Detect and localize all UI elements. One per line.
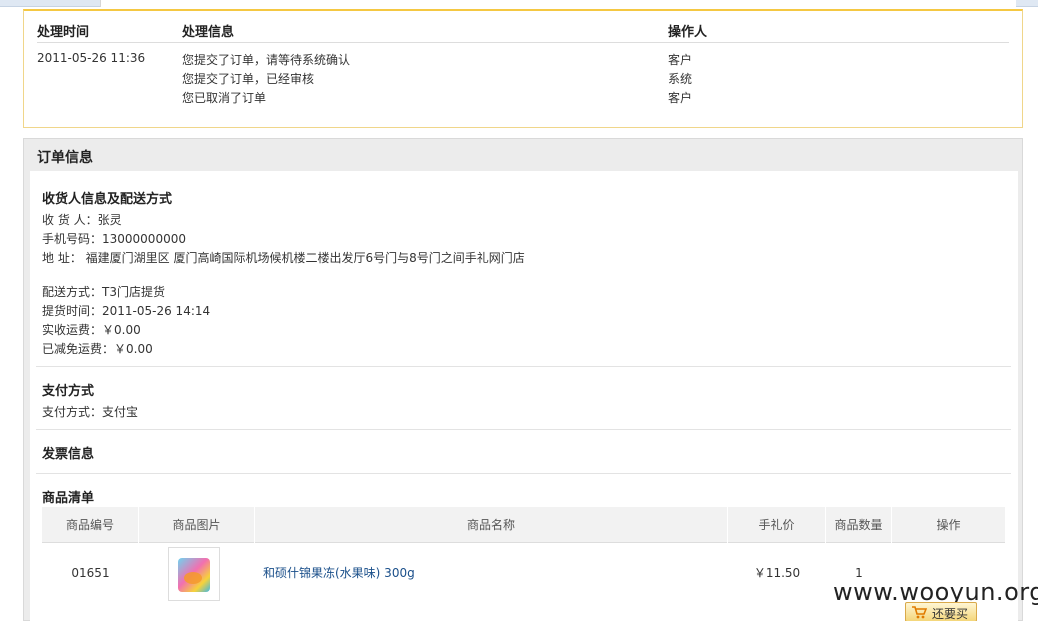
log-info-3: 您已取消了订单 [182,91,267,105]
invoice-section-title: 发票信息 [42,447,95,462]
divider [36,473,1011,474]
col-price: 手礼价 [728,507,826,543]
divider [36,429,1011,430]
goods-section-title: 商品清单 [42,491,95,506]
header-info: 处理信息 [182,25,235,40]
payment-section-title: 支付方式 [42,384,95,399]
shipping-fee: 实收运费：￥0.00 [42,323,141,337]
pickup-time: 提货时间：2011-05-26 14:14 [42,304,211,318]
consignee-section-title: 收货人信息及配送方式 [42,192,173,207]
delivery-method: 配送方式：T3门店提货 [42,285,165,299]
log-info-2: 您提交了订单，已经审核 [182,72,315,86]
buy-again-button[interactable]: 还要买 [905,602,977,621]
divider [36,366,1011,367]
consignee-name: 收 货 人：张灵 [42,213,122,227]
discount-fee: 已减免运费：￥0.00 [42,342,153,356]
goods-price: ￥11.50 [753,566,801,580]
browser-top-strip [0,0,1038,7]
order-info-title: 订单信息 [37,150,93,166]
goods-image[interactable] [168,547,220,601]
col-name: 商品名称 [255,507,728,543]
goods-table-header: 商品编号 商品图片 商品名称 手礼价 商品数量 操作 [42,507,1005,543]
order-log-panel: 处理时间 处理信息 操作人 2011-05-26 11:36 您提交了订单，请等… [23,9,1023,128]
header-operator: 操作人 [668,25,708,40]
goods-name-cell: 和硕什锦果冻(水果味) 300g [263,543,728,603]
cart-icon [912,606,927,619]
consignee-address: 地 址： 福建厦门湖里区 厦门高崎国际机场候机楼二楼出发厅6号门与8号门之间手礼… [42,251,525,265]
order-log-header: 处理时间 处理信息 操作人 [37,21,1009,43]
order-info-body: 收货人信息及配送方式 收 货 人：张灵 手机号码：13000000000 地 址… [30,171,1018,621]
goods-name-link[interactable]: 和硕什锦果冻(水果味) 300g [263,566,415,580]
jelly-product-image [178,558,210,592]
header-time: 处理时间 [37,25,90,40]
top-tab-edge [100,0,1016,7]
col-code: 商品编号 [42,507,139,543]
log-operator-3: 客户 [668,91,693,105]
consignee-phone: 手机号码：13000000000 [42,232,186,246]
log-operator-2: 系统 [668,72,693,86]
log-info-1: 您提交了订单，请等待系统确认 [182,53,351,67]
col-action: 操作 [936,518,961,532]
log-operator-1: 客户 [668,53,693,67]
payment-method: 支付方式：支付宝 [42,405,139,419]
col-image: 商品图片 [139,507,255,543]
goods-code: 01651 [71,566,110,580]
col-qty: 商品数量 [826,507,892,543]
order-info-panel: 订单信息 收货人信息及配送方式 收 货 人：张灵 手机号码：1300000000… [23,138,1023,621]
buy-again-label: 还要买 [932,607,969,621]
log-time: 2011-05-26 11:36 [37,51,146,65]
